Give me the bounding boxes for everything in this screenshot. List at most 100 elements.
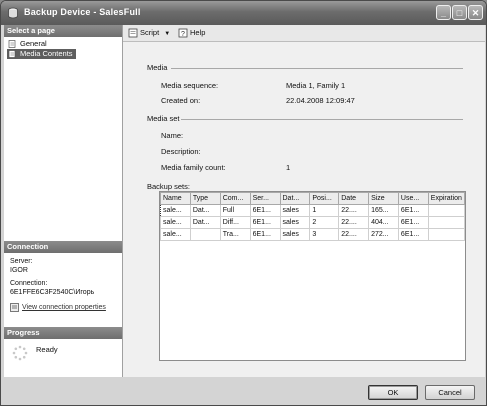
column-header[interactable]: Com... (219, 192, 251, 205)
table-cell: 404... (368, 216, 399, 229)
table-cell: 165... (368, 204, 399, 217)
column-header[interactable]: Expiration (427, 192, 466, 205)
table-cell: 22.... (338, 204, 370, 217)
created-on-label: Created on: (161, 96, 201, 105)
column-header[interactable]: Date (338, 192, 370, 205)
created-on-value: 22.04.2008 12:09:47 (286, 96, 355, 105)
table-row[interactable]: sale... Tra... 6E1... sales 3 22.... 272… (160, 228, 466, 241)
main-panel: Script ▼ ? Help Media Media sequence: Me… (123, 25, 485, 377)
progress-status: Ready (36, 345, 58, 354)
table-cell: 6E1... (249, 228, 281, 241)
table-cell: Diff... (219, 216, 251, 229)
sidebar-item-media-contents[interactable]: Media Contents (7, 49, 76, 59)
link-label: View connection properties (22, 304, 106, 311)
table-row[interactable]: sale... Dat... Diff... 6E1... sales 2 22… (160, 216, 466, 229)
table-cell (189, 228, 221, 241)
table-cell: 1 (309, 204, 340, 217)
connection-header: Connection (4, 241, 122, 253)
database-icon (8, 7, 18, 19)
script-button[interactable]: Script ▼ (128, 28, 170, 38)
media-sequence-label: Media sequence: (161, 81, 219, 90)
table-cell: sales (279, 204, 311, 217)
sidebar: Select a page General Media Contents Con… (4, 25, 123, 377)
sidebar-item-label: Media Contents (20, 49, 73, 58)
column-header[interactable]: Ser... (249, 192, 281, 205)
page-icon (8, 50, 16, 58)
backup-sets-label: Backup sets: (147, 182, 190, 191)
table-header-row: Name Type Com... Ser... Dat... Posi... D… (160, 192, 466, 205)
media-family-count-value: 1 (286, 163, 291, 172)
select-page-header: Select a page (4, 25, 122, 37)
backup-sets-grid[interactable]: Name Type Com... Ser... Dat... Posi... D… (159, 191, 466, 361)
chevron-down-icon[interactable]: ▼ (164, 31, 170, 37)
media-family-count-label: Media family count: (161, 163, 226, 172)
svg-text:?: ? (181, 31, 185, 38)
table-cell: 6E1... (397, 216, 429, 229)
media-set-group-label: Media set (147, 114, 180, 123)
media-set-name-label: Name: (161, 131, 184, 140)
table-cell: 22.... (338, 216, 370, 229)
table-cell: 3 (309, 228, 340, 241)
maximize-button[interactable]: □ (452, 5, 467, 20)
table-cell: sales (279, 228, 311, 241)
properties-icon (10, 303, 19, 312)
help-button[interactable]: ? Help (178, 28, 205, 38)
connection-value: 6E1FFE6C3F2540C\Игорь (10, 289, 95, 296)
table-cell: Full (219, 204, 251, 217)
table-cell: Dat... (189, 204, 221, 217)
minimize-icon: _ (440, 8, 446, 18)
help-label: Help (190, 28, 206, 37)
column-header[interactable]: Use... (397, 192, 429, 205)
column-header[interactable]: Type (189, 192, 221, 205)
table-cell: sale... (160, 216, 191, 229)
script-label: Script (140, 28, 160, 37)
table-cell: Dat... (189, 216, 221, 229)
table-cell: 6E1... (397, 228, 429, 241)
help-icon: ? (178, 28, 188, 38)
toolbar: Script ▼ ? Help (123, 25, 485, 42)
table-cell: sales (279, 216, 311, 229)
column-header[interactable]: Posi... (309, 192, 340, 205)
script-icon (128, 28, 138, 38)
cancel-button[interactable]: Cancel (425, 385, 475, 400)
title-bar[interactable]: Backup Device - SalesFull _ □ ✕ (1, 1, 486, 25)
progress-header: Progress (4, 327, 122, 339)
table-cell: 6E1... (397, 204, 429, 217)
table-cell: 22.... (338, 228, 370, 241)
backup-device-dialog: Backup Device - SalesFull _ □ ✕ Select a… (0, 0, 487, 406)
close-button[interactable]: ✕ (468, 5, 483, 20)
close-icon: ✕ (471, 8, 480, 18)
media-group-label: Media (147, 63, 168, 72)
table-cell: sale... (160, 228, 191, 241)
ok-button[interactable]: OK (368, 385, 418, 400)
table-cell: Tra... (219, 228, 251, 241)
group-divider (171, 68, 463, 69)
table-row[interactable]: sale... Dat... Full 6E1... sales 1 22...… (160, 204, 466, 217)
minimize-button[interactable]: _ (436, 5, 451, 20)
table-cell (427, 228, 466, 241)
page-icon (8, 40, 16, 48)
column-header[interactable]: Dat... (279, 192, 311, 205)
media-set-description-label: Description: (161, 147, 201, 156)
maximize-icon: □ (456, 8, 463, 18)
table-cell: 6E1... (249, 204, 281, 217)
progress-spinner-icon (12, 345, 28, 361)
sidebar-item-label: General (20, 39, 47, 48)
table-cell (427, 204, 466, 217)
window-title: Backup Device - SalesFull (24, 7, 141, 17)
sidebar-item-general[interactable]: General (7, 39, 47, 49)
server-label: Server: (10, 258, 33, 265)
server-value: IGOR (10, 267, 28, 274)
table-cell: 6E1... (249, 216, 281, 229)
connection-label: Connection: (10, 280, 48, 287)
table-cell: 2 (309, 216, 340, 229)
group-divider (181, 119, 463, 120)
table-cell: sale... (160, 204, 191, 217)
view-connection-properties-link[interactable]: View connection properties (10, 303, 106, 312)
media-sequence-value: Media 1, Family 1 (286, 81, 346, 90)
column-header[interactable]: Name (160, 192, 191, 205)
table-cell: 272... (368, 228, 399, 241)
backup-sets-table: Name Type Com... Ser... Dat... Posi... D… (160, 192, 466, 241)
table-cell (427, 216, 466, 229)
column-header[interactable]: Size (368, 192, 399, 205)
